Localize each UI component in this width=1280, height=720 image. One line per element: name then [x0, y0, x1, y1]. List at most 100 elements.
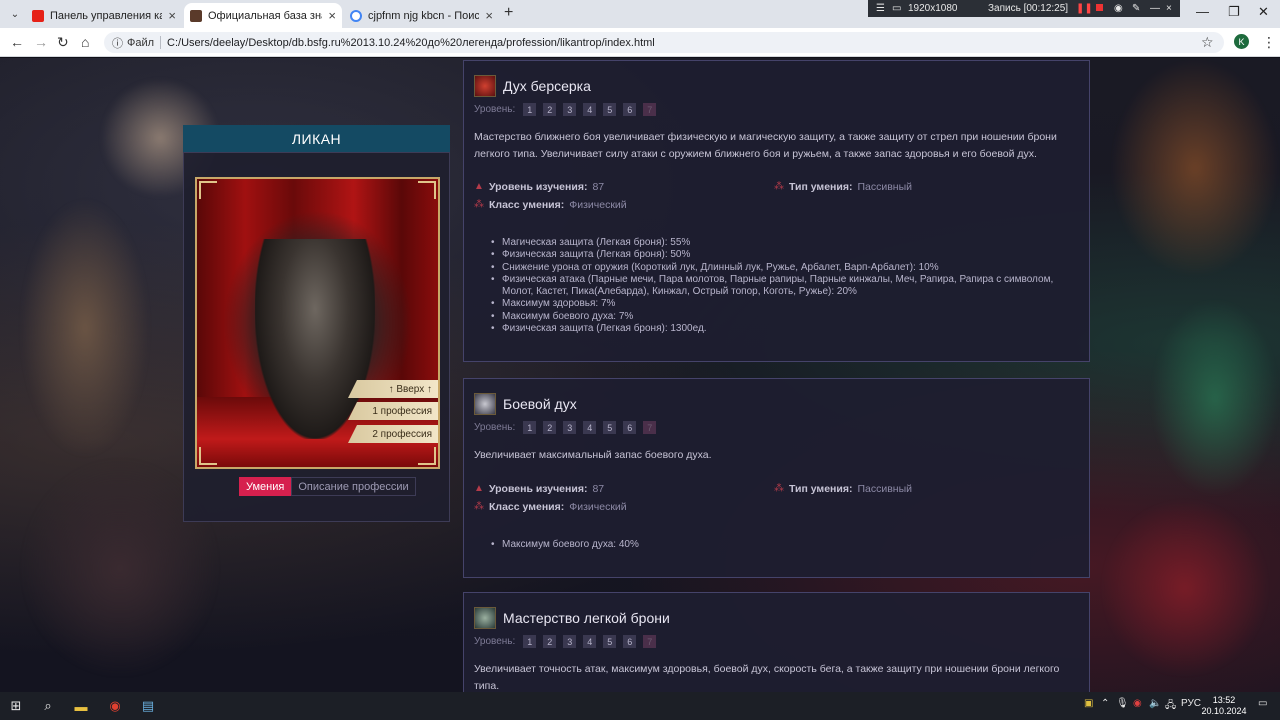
level-button[interactable]: 7 — [643, 103, 657, 116]
close-icon[interactable]: × — [1166, 3, 1172, 14]
level-button[interactable]: 6 — [623, 635, 637, 648]
web-page: ЛИКАН ↑ Вверх ↑ 1 профессия 2 профессия … — [0, 58, 1280, 692]
url-text[interactable]: C:/Users/deelay/Desktop/db.bsfg.ru%2013.… — [167, 37, 655, 49]
frame-corner — [418, 181, 436, 199]
browser-menu-icon[interactable]: ⋮ — [1262, 34, 1276, 51]
tab-knowledge-base[interactable]: Официальная база знаний Ва × — [184, 3, 342, 28]
stop-icon[interactable] — [1096, 3, 1103, 14]
tray-app-icon[interactable]: ▣ — [1084, 698, 1093, 709]
level-button[interactable]: 5 — [603, 635, 617, 648]
notes-app-icon[interactable]: ▤ — [139, 697, 157, 715]
speaker-icon[interactable]: 🔈 — [1149, 698, 1161, 709]
close-tab-icon[interactable]: × — [168, 8, 176, 23]
browser-tab-bar: ⌄ Панель управления каналом - × Официаль… — [0, 0, 1280, 28]
level-button[interactable]: 4 — [583, 103, 597, 116]
level-button[interactable]: 5 — [603, 421, 617, 434]
reload-icon[interactable]: ↻ — [57, 34, 69, 51]
camera-icon[interactable]: ◉ — [1114, 3, 1123, 14]
frame-corner — [199, 181, 217, 199]
arrow-up-icon: ▲ — [474, 483, 484, 494]
monitor-icon: ▭ — [892, 3, 902, 14]
skill-stats: Магическая защита (Легкая броня): 55% Фи… — [474, 237, 1074, 336]
profile-avatar[interactable]: K — [1234, 34, 1249, 49]
clock-date: 20.10.2024 — [1201, 706, 1247, 716]
first-profession-button[interactable]: 1 профессия — [348, 402, 438, 420]
stat-item: Максимум боевого духа: 7% — [474, 311, 1074, 324]
minimize-icon[interactable]: — — [1150, 3, 1160, 14]
level-button[interactable]: 1 — [523, 103, 537, 116]
search-icon[interactable]: ⌕ — [39, 697, 57, 715]
new-tab-button[interactable]: + — [504, 4, 513, 22]
level-button[interactable]: 4 — [583, 421, 597, 434]
resolution-label: 1920x1080 — [908, 3, 958, 14]
scroll-top-button[interactable]: ↑ Вверх ↑ — [348, 380, 438, 398]
skill-header: Дух берсерка — [474, 75, 591, 97]
chrome-icon[interactable]: ◉ — [106, 697, 124, 715]
level-button[interactable]: 1 — [523, 421, 537, 434]
forward-arrow-icon[interactable]: → — [34, 34, 48, 50]
level-button[interactable]: 2 — [543, 103, 557, 116]
home-icon[interactable]: ⌂ — [81, 34, 89, 50]
youtube-icon — [32, 9, 44, 22]
record-icon[interactable]: ◉ — [1133, 698, 1142, 709]
level-button[interactable]: 2 — [543, 635, 557, 648]
language-indicator[interactable]: РУС — [1181, 698, 1201, 709]
skill-name: Боевой дух — [503, 396, 577, 412]
level-button[interactable]: 1 — [523, 635, 537, 648]
back-arrow-icon[interactable]: ← — [10, 34, 24, 50]
level-button[interactable]: 3 — [563, 421, 577, 434]
window-minimize-button[interactable]: — — [1196, 4, 1209, 19]
background-art — [20, 198, 150, 458]
level-button[interactable]: 2 — [543, 421, 557, 434]
skill-header: Боевой дух — [474, 393, 577, 415]
close-tab-icon[interactable]: × — [328, 8, 336, 23]
tray-arrow-icon[interactable]: ⌃ — [1101, 698, 1109, 709]
profession-tabs: Умения Описание профессии — [239, 477, 416, 496]
info-icon[interactable]: ⓘ — [112, 35, 123, 51]
tab-google-search[interactable]: cjpfnm njg kbcn - Поиск в Goo × — [344, 3, 499, 28]
skill-card: Мастерство легкой брони Уровень: 1 2 3 4… — [463, 592, 1090, 692]
pause-icon[interactable]: ❚❚ — [1076, 3, 1093, 14]
level-button[interactable]: 7 — [643, 635, 657, 648]
skill-type: ⁂ Тип умения: Пассивный — [774, 483, 912, 495]
level-button[interactable]: 6 — [623, 103, 637, 116]
close-tab-icon[interactable]: × — [485, 8, 493, 23]
stat-item: Магическая защита (Легкая броня): 55% — [474, 237, 1074, 250]
menu-icon[interactable]: ☰ — [876, 3, 885, 14]
level-button[interactable]: 6 — [623, 421, 637, 434]
skill-levels: Уровень: 1 2 3 4 5 6 7 — [474, 635, 663, 648]
skill-type-label: Тип умения: — [789, 181, 853, 193]
class-icon: ⁂ — [474, 501, 484, 512]
level-button[interactable]: 5 — [603, 103, 617, 116]
skill-type-value: Пассивный — [857, 181, 913, 193]
network-icon[interactable]: 🖧 — [1165, 698, 1176, 715]
class-icon: ⁂ — [474, 199, 484, 210]
recording-toolbar: ☰ ▭ 1920x1080 Запись [00:12:25] ❚❚ ◉ ✎ —… — [868, 0, 1180, 17]
tab-search-button[interactable]: ⌄ — [6, 5, 24, 23]
window-restore-button[interactable]: ❐ — [1228, 4, 1240, 20]
level-button[interactable]: 3 — [563, 103, 577, 116]
windows-start-icon[interactable]: ⊞ — [7, 697, 25, 715]
address-bar[interactable]: ⓘ Файл C:/Users/deelay/Desktop/db.bsfg.r… — [104, 32, 1224, 53]
level-button[interactable]: 7 — [643, 421, 657, 434]
skill-class-label: Класс умения: — [489, 501, 565, 513]
notifications-icon[interactable]: ▭ — [1258, 698, 1267, 709]
window-close-button[interactable]: ✕ — [1258, 4, 1269, 20]
pencil-icon[interactable]: ✎ — [1132, 3, 1140, 14]
tab-profession-description[interactable]: Описание профессии — [291, 477, 416, 496]
study-level-value: 87 — [592, 483, 605, 495]
google-icon — [350, 9, 362, 22]
level-button[interactable]: 4 — [583, 635, 597, 648]
system-clock[interactable]: 13:52 20.10.2024 — [1200, 695, 1248, 717]
stat-item: Снижение урона от оружия (Короткий лук, … — [474, 262, 1074, 275]
microphone-icon[interactable]: 🎙 — [1116, 698, 1129, 709]
tab-skills[interactable]: Умения — [239, 477, 292, 496]
profession-card: ↑ Вверх ↑ 1 профессия 2 профессия Умения… — [183, 152, 450, 522]
file-explorer-icon[interactable]: ▬ — [72, 697, 90, 715]
second-profession-button[interactable]: 2 профессия — [348, 425, 438, 443]
level-button[interactable]: 3 — [563, 635, 577, 648]
stat-item: Максимум здоровья: 7% — [474, 298, 1074, 311]
tab-youtube-studio[interactable]: Панель управления каналом - × — [26, 3, 182, 28]
bookmark-star-icon[interactable]: ☆ — [1201, 34, 1214, 51]
stat-item: Физическая атака (Парные мечи, Пара моло… — [474, 274, 1074, 299]
